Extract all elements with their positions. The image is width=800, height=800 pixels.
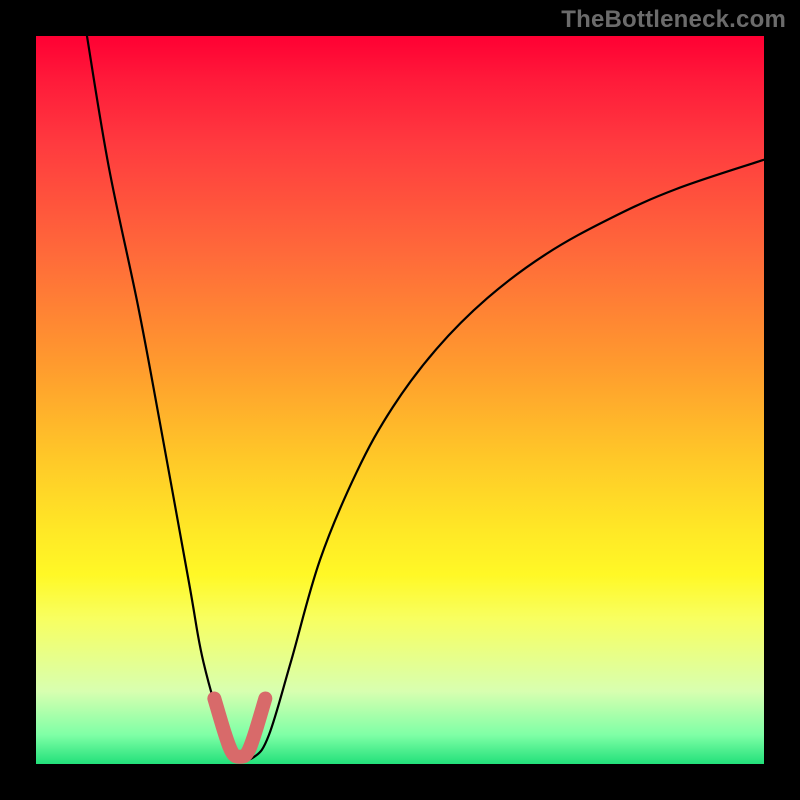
curve-layer (36, 36, 764, 764)
chart-frame: TheBottleneck.com (0, 0, 800, 800)
trough-marker (214, 698, 265, 756)
watermark-label: TheBottleneck.com (561, 6, 786, 34)
plot-area (36, 36, 764, 764)
bottleneck-curve (87, 36, 764, 760)
